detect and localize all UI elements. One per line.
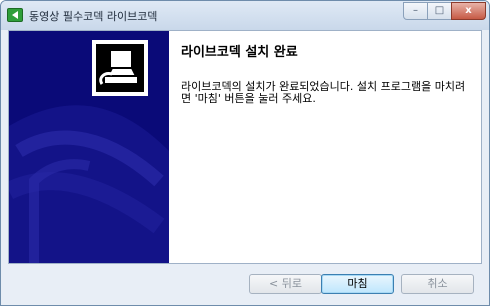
app-icon: [7, 8, 23, 22]
title-bar[interactable]: 동영상 필수코덱 라이브코덱 – □ x: [1, 1, 489, 30]
wizard-sidebar-image: [9, 31, 169, 263]
completion-message: 라이브코덱의 설치가 완료되었습니다. 설치 프로그램을 마치려면 '마침' 버…: [181, 80, 466, 105]
wizard-content: 라이브코덱 설치 완료 라이브코덱의 설치가 완료되었습니다. 설치 프로그램을…: [8, 30, 482, 264]
minimize-button[interactable]: –: [403, 2, 428, 20]
close-icon: x: [465, 5, 472, 16]
maximize-button[interactable]: □: [427, 2, 452, 20]
completion-heading: 라이브코덱 설치 완료: [181, 45, 298, 60]
minimize-icon: –: [413, 5, 418, 16]
close-button[interactable]: x: [451, 2, 486, 20]
back-button[interactable]: < 뒤로: [249, 274, 322, 294]
cancel-button[interactable]: 취소: [401, 274, 474, 294]
finish-button[interactable]: 마침: [321, 274, 394, 294]
setup-computer-icon: [92, 40, 148, 96]
wizard-footer: < 뒤로 마침 취소: [1, 264, 489, 305]
maximize-icon: □: [434, 5, 445, 16]
window-title: 동영상 필수코덱 라이브코덱: [29, 10, 158, 23]
installer-window: 동영상 필수코덱 라이브코덱 – □ x 라이브코덱 설치 완료 라이브코덱의 …: [0, 0, 490, 306]
